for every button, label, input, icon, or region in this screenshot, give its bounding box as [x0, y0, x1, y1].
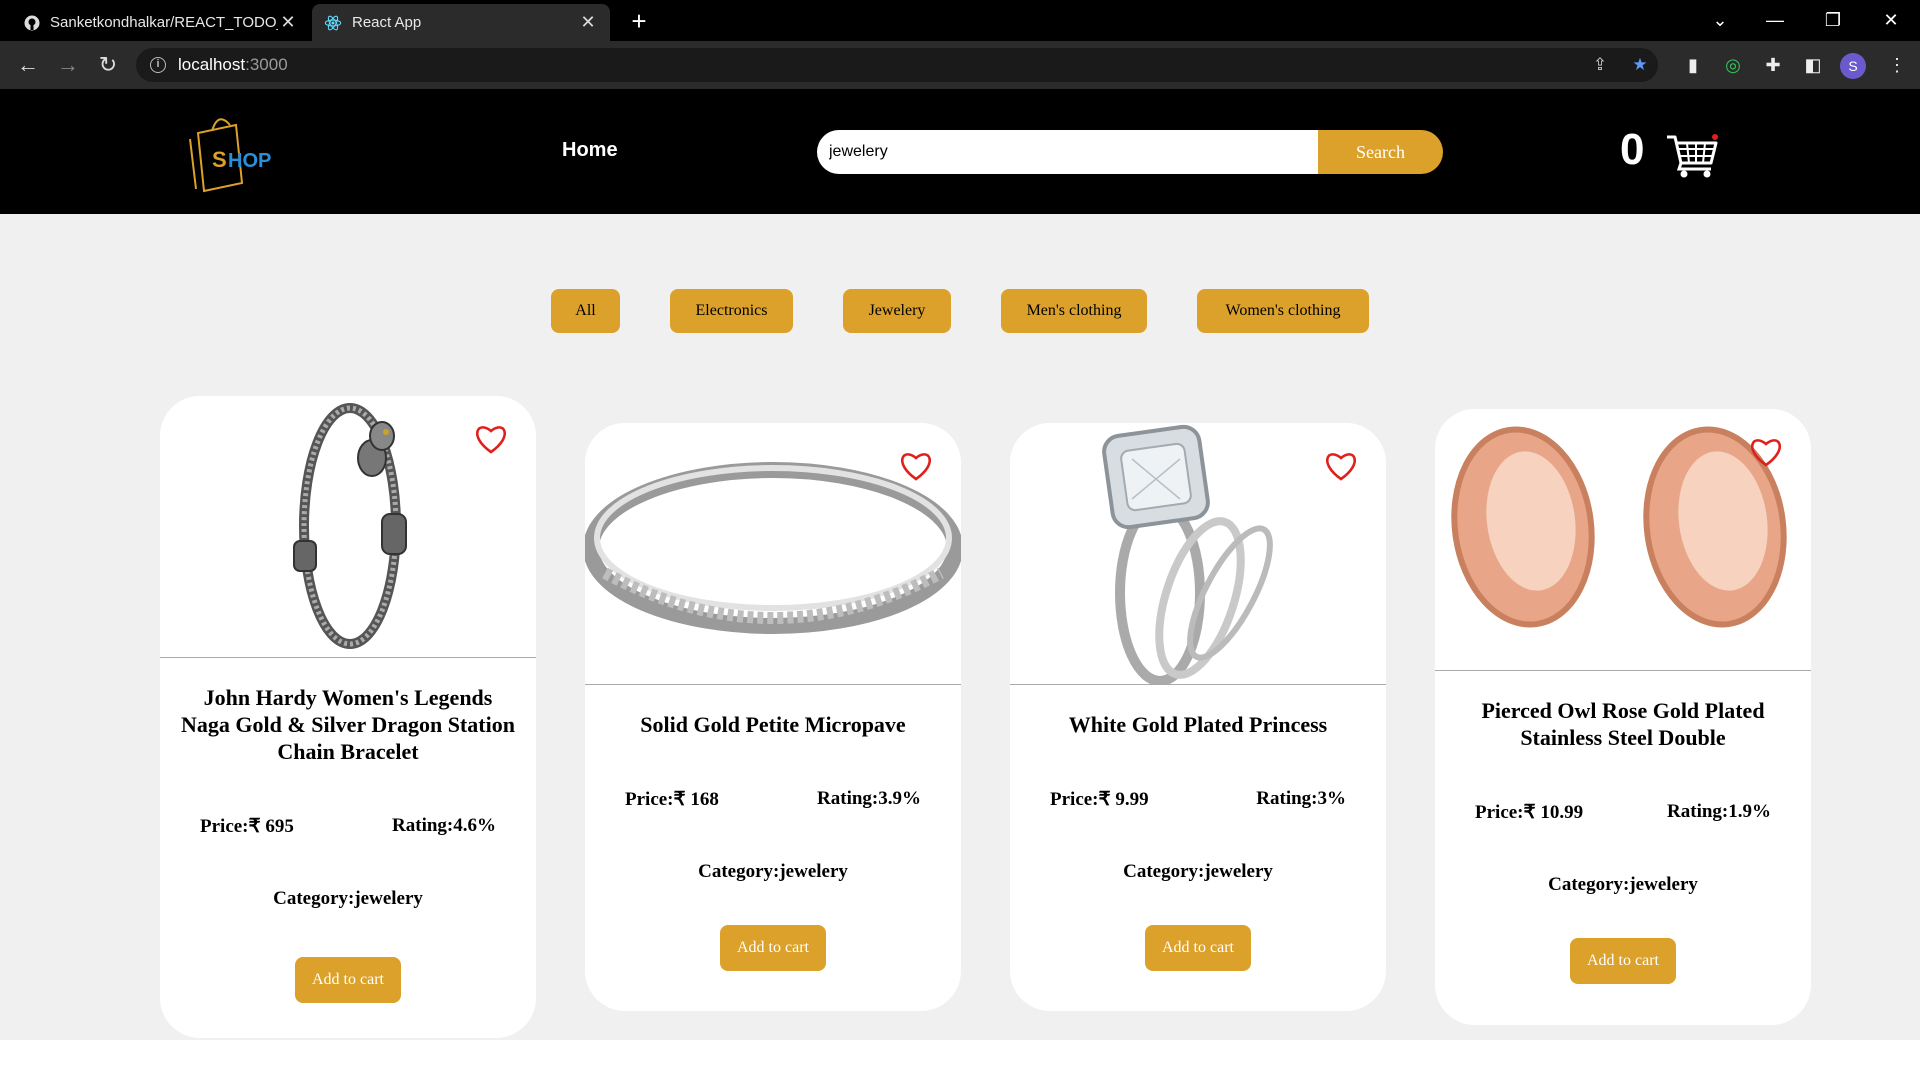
favorite-heart-icon[interactable] [899, 450, 933, 482]
new-tab-button[interactable]: + [624, 6, 654, 36]
filter-womens-clothing-button[interactable]: Women's clothing [1197, 289, 1369, 333]
product-image-area[interactable] [1010, 423, 1386, 686]
address-bar: ← → ↻ i localhost:3000 ⇪ ★ ▮ ◎ ✚ ◧ S ⋮ [0, 41, 1920, 89]
forward-icon[interactable]: → [54, 51, 82, 79]
product-image-area[interactable] [1435, 409, 1811, 671]
share-icon[interactable]: ⇪ [1590, 55, 1610, 75]
filter-all-button[interactable]: All [551, 289, 620, 333]
product-category: Category:jewelery [1548, 874, 1698, 895]
product-category: Category:jewelery [1123, 861, 1273, 882]
omnibox[interactable]: i localhost:3000 ⇪ ★ [136, 48, 1658, 82]
price-rating-row: Price:₹ 9.99 Rating:3% [1010, 788, 1386, 811]
search-input[interactable] [817, 130, 1318, 174]
product-rating: Rating:4.6% [392, 815, 496, 836]
restore-button[interactable]: ❐ [1813, 6, 1853, 34]
tab-search-chevron-icon[interactable]: ⌄ [1700, 6, 1740, 34]
filter-jewelery-button[interactable]: Jewelery [843, 289, 951, 333]
favorite-heart-icon[interactable] [1749, 436, 1783, 468]
react-icon [324, 15, 342, 30]
product-category: Category:jewelery [698, 861, 848, 882]
add-to-cart-button[interactable]: Add to cart [720, 925, 826, 971]
search-bar: Search [817, 130, 1443, 174]
close-tab-icon[interactable]: ✕ [578, 12, 598, 33]
browser-tab-bar: Sanketkondhalkar/REACT_TODO_ ✕ React App… [0, 0, 1920, 41]
favorite-heart-icon[interactable] [1324, 450, 1358, 482]
site-info-icon[interactable]: i [150, 57, 166, 73]
product-card: Solid Gold Petite Micropave Price:₹ 168 … [585, 423, 961, 1011]
product-title: White Gold Plated Princess [1068, 712, 1328, 737]
filter-mens-clothing-button[interactable]: Men's clothing [1001, 289, 1147, 333]
product-card: White Gold Plated Princess Price:₹ 9.99 … [1010, 423, 1386, 1011]
product-card: Pierced Owl Rose Gold Plated Stainless S… [1435, 409, 1811, 1025]
product-rating: Rating:3% [1256, 788, 1346, 809]
favorite-heart-icon[interactable] [474, 423, 508, 455]
shop-logo[interactable]: S HOP [186, 111, 298, 193]
browser-tab-github[interactable]: Sanketkondhalkar/REACT_TODO_ ✕ [12, 4, 310, 41]
bookmark-star-icon[interactable]: ★ [1630, 55, 1650, 75]
product-image-area[interactable] [160, 396, 536, 658]
tab-title: Sanketkondhalkar/REACT_TODO_ [50, 14, 278, 31]
product-price: Price:₹ 695 [200, 816, 294, 837]
menu-dots-icon[interactable]: ⋮ [1884, 52, 1910, 78]
product-title: Pierced Owl Rose Gold Plated Stainless S… [1481, 698, 1765, 750]
product-card: John Hardy Women's Legends Naga Gold & S… [160, 396, 536, 1038]
product-image-area[interactable] [585, 423, 961, 685]
price-rating-row: Price:₹ 695 Rating:4.6% [160, 815, 536, 838]
side-panel-icon[interactable]: ◧ [1800, 52, 1826, 78]
profile-avatar[interactable]: S [1840, 53, 1866, 79]
close-tab-icon[interactable]: ✕ [278, 12, 298, 33]
product-category: Category:jewelery [273, 888, 423, 909]
product-price: Price:₹ 168 [625, 789, 719, 810]
price-rating-row: Price:₹ 168 Rating:3.9% [585, 788, 961, 811]
add-to-cart-button[interactable]: Add to cart [1145, 925, 1251, 971]
search-button[interactable]: Search [1318, 130, 1443, 174]
shopping-cart-icon[interactable] [1665, 131, 1719, 179]
product-title: Solid Gold Petite Micropave [640, 712, 906, 737]
add-to-cart-button[interactable]: Add to cart [1570, 938, 1676, 984]
product-rating: Rating:1.9% [1667, 801, 1771, 822]
back-icon[interactable]: ← [14, 51, 42, 79]
filter-electronics-button[interactable]: Electronics [670, 289, 793, 333]
extension-circle-icon[interactable]: ◎ [1720, 52, 1746, 78]
product-price: Price:₹ 10.99 [1475, 802, 1584, 823]
cart-count: 0 [1620, 125, 1645, 174]
category-filters: All Electronics Jewelery Men's clothing … [0, 289, 1920, 333]
product-rating: Rating:3.9% [817, 788, 921, 809]
reload-icon[interactable]: ↻ [94, 51, 122, 79]
app-header: S HOP Home Search 0 [0, 89, 1920, 214]
svg-text:S: S [212, 147, 227, 172]
close-window-button[interactable]: ✕ [1871, 6, 1911, 34]
minimize-button[interactable]: — [1755, 6, 1795, 34]
product-title: John Hardy Women's Legends Naga Gold & S… [181, 685, 515, 764]
home-link[interactable]: Home [562, 139, 618, 162]
price-rating-row: Price:₹ 10.99 Rating:1.9% [1435, 801, 1811, 824]
url-text[interactable]: localhost:3000 [178, 55, 288, 75]
extension-t-icon[interactable]: ▮ [1680, 52, 1706, 78]
add-to-cart-button[interactable]: Add to cart [295, 957, 401, 1003]
tab-title: React App [352, 14, 422, 31]
browser-tab-react-app[interactable]: React App ✕ [312, 4, 610, 41]
svg-text:HOP: HOP [228, 150, 271, 172]
product-price: Price:₹ 9.99 [1050, 789, 1149, 810]
extensions-puzzle-icon[interactable]: ✚ [1760, 52, 1786, 78]
page-footer-strip [0, 1040, 1920, 1080]
github-icon [24, 15, 40, 30]
